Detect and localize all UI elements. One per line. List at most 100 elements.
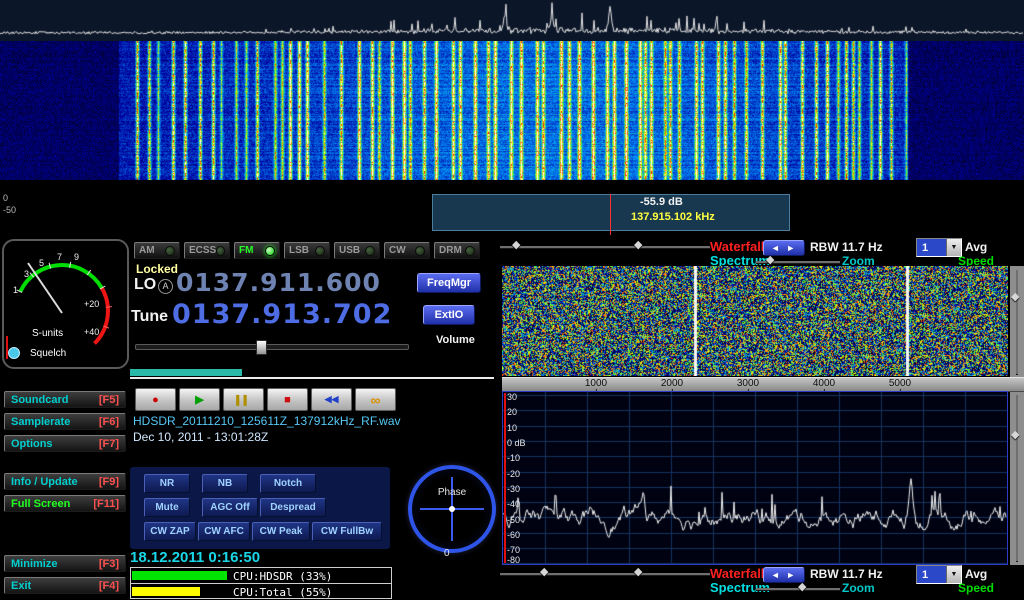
avg-select-value: 1 (917, 569, 946, 581)
cpu-total-bar (132, 587, 200, 596)
mode-led-icon (415, 246, 425, 256)
record-button[interactable]: ● (135, 388, 176, 411)
options-button[interactable]: Options [F7] (4, 435, 126, 452)
playback-position-line[interactable] (130, 377, 494, 379)
phase-indicator: Phase (408, 465, 496, 553)
mode-button-am[interactable]: AM (134, 242, 180, 259)
avg-label: Avg (965, 240, 987, 254)
mini-spectrum-y-mid: -50 (3, 205, 16, 215)
db-scale-tick: -10 (507, 454, 520, 463)
volume-label: Volume (436, 334, 475, 346)
minimize-button[interactable]: Minimize [F3] (4, 555, 126, 572)
volume-slider[interactable] (135, 344, 409, 350)
slider-handle-icon[interactable]: ◆ (634, 567, 642, 578)
lo-frequency-display[interactable]: 0137.911.600 (176, 268, 381, 297)
button-label: Full Screen (11, 498, 70, 510)
waterfall-tab[interactable]: Waterfall (710, 239, 764, 254)
agc-off-button[interactable]: AGC Off (202, 498, 258, 517)
mode-button-fm[interactable]: FM (234, 242, 280, 259)
s-meter-dial: 1 3 5 7 9 +20 +40 S-units Squelch (4, 241, 127, 367)
svg-text:9: 9 (74, 252, 79, 262)
slider-handle-icon[interactable]: ◆ (1011, 430, 1019, 441)
slider-handle-icon[interactable]: ◆ (540, 567, 548, 578)
db-scale-tick: -40 (507, 500, 520, 509)
mode-label: AM (139, 245, 155, 256)
slider-handle-icon[interactable]: ◆ (634, 240, 642, 251)
s-meter: 1 3 5 7 9 +20 +40 S-units Squelch (2, 239, 129, 369)
despread-button[interactable]: Despread (260, 498, 326, 517)
button-fkey: [F5] (99, 394, 119, 406)
avg-select[interactable]: 1 ▼ (916, 565, 962, 584)
button-label: Options (11, 438, 53, 450)
db-scale-tick: 10 (507, 424, 517, 433)
mode-button-drm[interactable]: DRM (434, 242, 480, 259)
speed-label: Speed (958, 581, 994, 595)
volume-slider-handle[interactable] (256, 340, 267, 355)
waterfall-tab[interactable]: Waterfall (710, 566, 764, 581)
svg-text:1: 1 (13, 285, 18, 295)
spectrum-v-slider[interactable] (1016, 395, 1018, 561)
tune-label: Tune (131, 308, 168, 326)
slider-handle-icon[interactable]: ◆ (766, 255, 774, 266)
button-fkey: [F3] (99, 558, 119, 570)
info-update-button[interactable]: Info / Update [F9] (4, 473, 126, 490)
cw-zap-button[interactable]: CW ZAP (144, 522, 196, 541)
extio-button[interactable]: ExtIO (423, 305, 475, 325)
db-scale-tick: 0 dB (507, 439, 526, 448)
waterfall-contrast-slider[interactable] (500, 246, 710, 248)
rf-waterfall[interactable] (502, 266, 1008, 376)
cpu-total-text: CPU:Total (55%) (233, 586, 332, 599)
mode-led-icon (265, 246, 275, 256)
svg-text:3: 3 (24, 269, 29, 279)
waterfall-frequency-scale[interactable]: 1000 2000 3000 4000 5000 (502, 377, 1024, 392)
soundcard-button[interactable]: Soundcard [F5] (4, 391, 126, 408)
notch-button[interactable]: Notch (260, 474, 316, 493)
slider-handle-icon[interactable]: ◆ (512, 240, 520, 251)
slider-handle-icon[interactable]: ◆ (798, 582, 806, 593)
nb-button[interactable]: NB (202, 474, 248, 493)
tune-frequency-display[interactable]: 0137.913.702 (172, 299, 392, 330)
stop-button[interactable]: ■ (267, 388, 308, 411)
mode-led-icon (365, 246, 375, 256)
cw-fullbw-button[interactable]: CW FullBw (312, 522, 382, 541)
waterfall-v-slider[interactable] (1016, 270, 1018, 374)
mode-led-icon (465, 246, 475, 256)
freq-tick: 2000 (661, 378, 683, 390)
pause-button[interactable]: ▌▌ (223, 388, 264, 411)
play-button[interactable]: ▶ (179, 388, 220, 411)
cw-peak-button[interactable]: CW Peak (252, 522, 310, 541)
waterfall-contrast-slider[interactable] (500, 573, 710, 575)
fullscreen-button[interactable]: Full Screen [F11] (4, 495, 126, 512)
db-scale-tick: -50 (507, 516, 520, 525)
mode-led-icon (315, 246, 325, 256)
slider-handle-icon[interactable]: ◆ (1011, 292, 1019, 303)
svg-text:S-units: S-units (32, 328, 63, 339)
cw-afc-button[interactable]: CW AFC (198, 522, 250, 541)
mini-spectrum-y-top: 0 (3, 193, 8, 203)
signal-level-bar (130, 369, 242, 376)
freqmgr-button[interactable]: FreqMgr (417, 273, 481, 293)
passband-highlight[interactable] (432, 194, 790, 231)
db-scale-tick: -20 (507, 470, 520, 479)
rf-spectrum[interactable] (503, 392, 1007, 564)
mode-button-usb[interactable]: USB (334, 242, 380, 259)
lo-lock-badge[interactable]: A (158, 279, 173, 294)
rewind-button[interactable]: ◀◀ (311, 388, 352, 411)
button-label: Minimize (11, 558, 57, 570)
cpu-hdsdr-text: CPU:HDSDR (33%) (233, 570, 332, 583)
mode-button-cw[interactable]: CW (384, 242, 430, 259)
mode-label: USB (339, 245, 360, 256)
avg-select[interactable]: 1 ▼ (916, 238, 962, 257)
mute-button[interactable]: Mute (144, 498, 190, 517)
samplerate-button[interactable]: Samplerate [F6] (4, 413, 126, 430)
svg-text:Squelch: Squelch (30, 348, 66, 359)
mode-button-row: AM ECSS FM LSB USB CW DRM (134, 242, 480, 259)
button-label: Soundcard (11, 394, 68, 406)
mode-button-lsb[interactable]: LSB (284, 242, 330, 259)
mode-button-ecss[interactable]: ECSS (184, 242, 230, 259)
mode-label: FM (239, 245, 253, 256)
nr-button[interactable]: NR (144, 474, 190, 493)
mini-spectrum[interactable] (0, 0, 1024, 41)
exit-button[interactable]: Exit [F4] (4, 577, 126, 594)
loop-button[interactable]: ∞ (355, 388, 396, 411)
